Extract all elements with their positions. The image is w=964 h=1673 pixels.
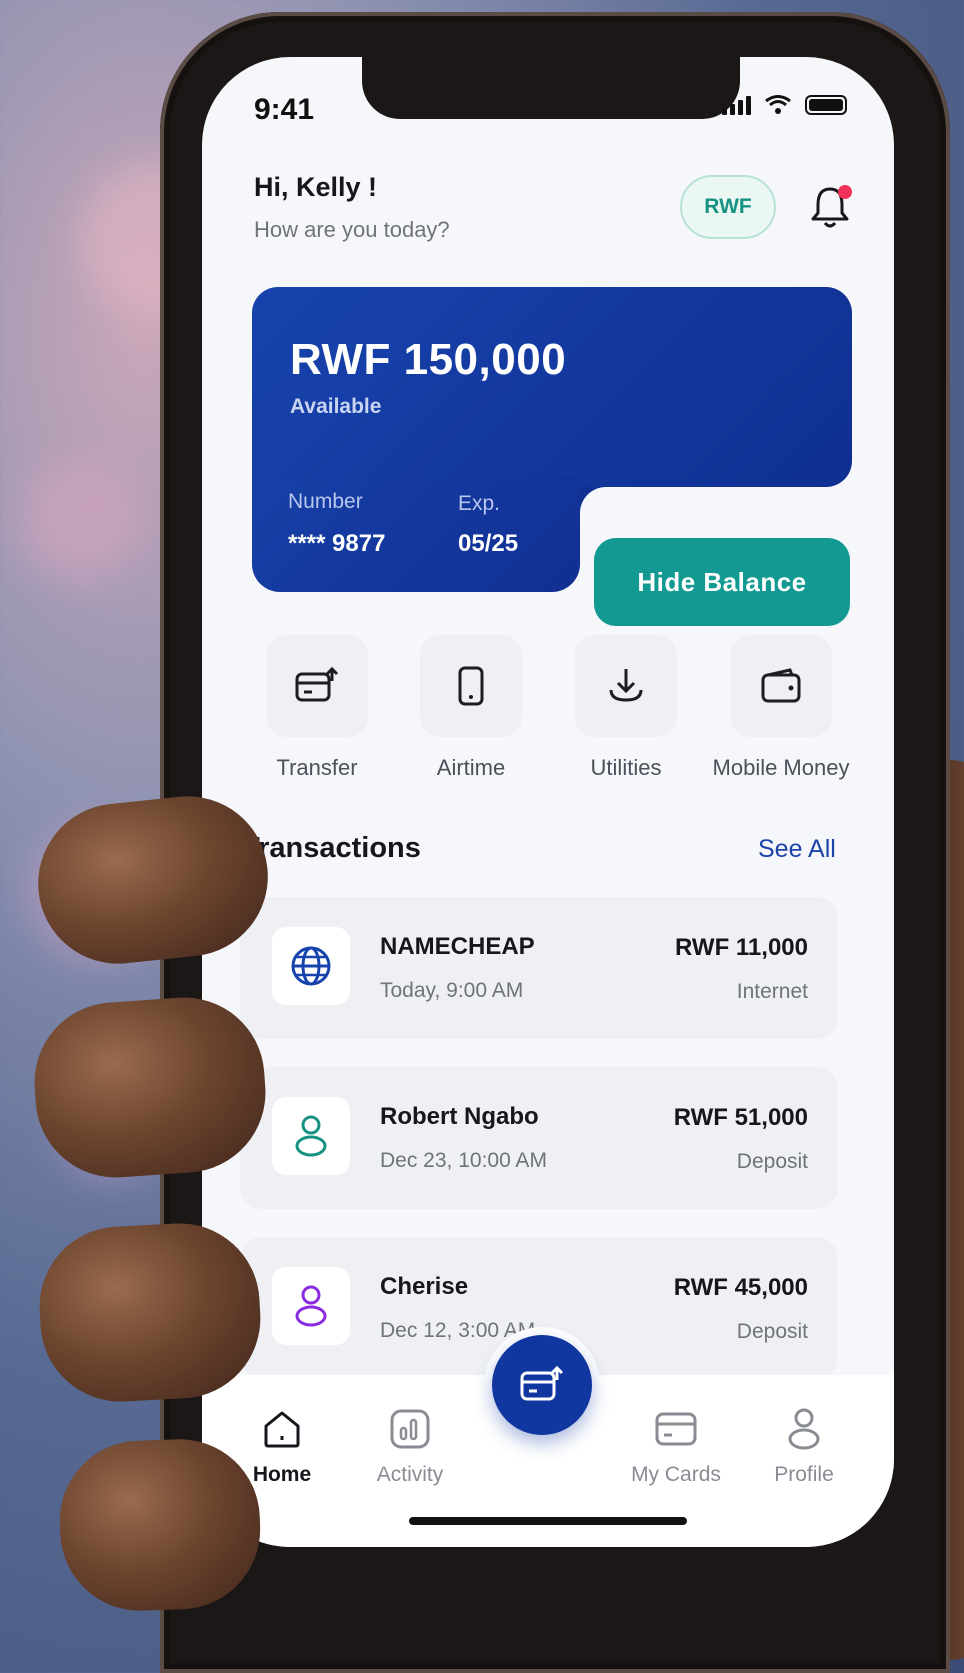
chart-icon (390, 1409, 430, 1449)
download-icon (609, 669, 643, 702)
card-curve (580, 487, 620, 527)
transaction-category: Deposit (736, 1150, 808, 1173)
transactions-title: Transactions (242, 832, 421, 864)
transaction-amount: RWF 51,000 (673, 1104, 808, 1131)
nav-label: My Cards (631, 1463, 721, 1486)
action-utilities[interactable]: Utilities (551, 635, 701, 781)
hand-finger (29, 992, 271, 1183)
status-time: 9:41 (254, 93, 315, 126)
person-icon (788, 1408, 820, 1450)
notch (362, 57, 740, 119)
see-all-link[interactable]: See All (758, 835, 836, 864)
transaction-avatar (272, 927, 350, 1005)
nav-label: Profile (774, 1463, 834, 1486)
signal-icon (722, 95, 751, 115)
transaction-amount: RWF 11,000 (675, 934, 808, 961)
transaction-name: Cherise (380, 1273, 469, 1300)
greeting-subtitle: How are you today? (254, 217, 450, 242)
home-icon (264, 1411, 300, 1448)
action-label: Airtime (436, 755, 506, 780)
card-top (252, 287, 852, 487)
transaction-item[interactable]: NAMECHEAP Today, 9:00 AM RWF 11,000 Inte… (240, 897, 838, 1039)
wallet-icon (761, 668, 801, 703)
phone-icon (458, 666, 484, 706)
transaction-avatar (272, 1097, 350, 1175)
notification-dot (838, 185, 852, 199)
person-icon (295, 1115, 327, 1157)
nav-my-cards[interactable]: My Cards (616, 1405, 736, 1487)
home-indicator (409, 1517, 687, 1525)
action-tile[interactable] (266, 635, 368, 737)
card-balance: RWF 150,000 (290, 335, 567, 384)
greeting: Hi, Kelly ! (254, 172, 378, 202)
transaction-date: Today, 9:00 AM (380, 979, 524, 1002)
hide-balance-button[interactable]: Hide Balance (594, 538, 850, 626)
action-tile[interactable] (730, 635, 832, 737)
card-balance-label: Available (290, 395, 382, 418)
status-icons (722, 95, 847, 115)
wifi-icon (765, 95, 791, 114)
card-icon (655, 1412, 697, 1446)
transaction-name: Robert Ngabo (380, 1103, 539, 1130)
action-transfer[interactable]: Transfer (242, 635, 392, 781)
action-tile[interactable] (575, 635, 677, 737)
card-number: **** 9877 (288, 530, 386, 557)
transaction-item[interactable]: Robert Ngabo Dec 23, 10:00 AM RWF 51,000… (240, 1067, 838, 1209)
action-label: Transfer (276, 755, 358, 780)
action-airtime[interactable]: Airtime (396, 635, 546, 781)
battery-icon (805, 95, 847, 115)
transfer-fab-button[interactable] (492, 1335, 592, 1435)
transfer-icon (520, 1365, 564, 1401)
transaction-category: Internet (736, 980, 808, 1003)
nav-label: Activity (376, 1463, 444, 1486)
transaction-amount: RWF 45,000 (673, 1274, 808, 1301)
phone-frame: 9:41 Hi, Kelly ! How are you today? RWF … (160, 12, 950, 1673)
transaction-category: Deposit (736, 1320, 808, 1343)
transaction-name: NAMECHEAP (380, 933, 535, 960)
action-tile[interactable] (420, 635, 522, 737)
action-mobile-money[interactable]: Mobile Money (706, 635, 856, 781)
card-exp: 05/25 (458, 530, 519, 557)
hand-finger (35, 1219, 265, 1406)
person-icon (295, 1285, 327, 1327)
phone-screen: 9:41 Hi, Kelly ! How are you today? RWF … (202, 57, 894, 1547)
background-bokeh (20, 460, 140, 580)
card-exp-label: Exp. (458, 492, 501, 515)
action-label: Mobile Money (712, 755, 850, 780)
transaction-avatar (272, 1267, 350, 1345)
card-number-label: Number (288, 490, 363, 513)
action-label: Utilities (590, 755, 662, 780)
globe-icon (291, 946, 331, 986)
transaction-date: Dec 23, 10:00 AM (380, 1149, 547, 1172)
transfer-icon (295, 666, 339, 702)
nav-profile[interactable]: Profile (744, 1405, 864, 1487)
hand-finger (57, 1436, 263, 1614)
nav-activity[interactable]: Activity (350, 1405, 470, 1487)
currency-button[interactable]: RWF (680, 175, 776, 239)
